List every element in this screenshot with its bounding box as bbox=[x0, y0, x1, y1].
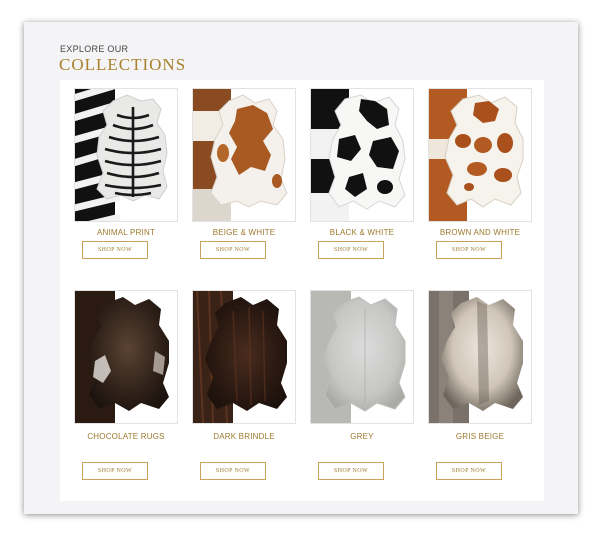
collection-image[interactable] bbox=[192, 88, 296, 222]
collection-image[interactable] bbox=[428, 88, 532, 222]
collection-label: DARK BRINDLE bbox=[213, 432, 275, 441]
shop-now-button[interactable]: SHOP NOW bbox=[82, 462, 148, 480]
section-eyebrow: EXPLORE OUR bbox=[60, 44, 129, 54]
collection-label: GREY bbox=[350, 432, 374, 441]
collection-label: BLACK & WHITE bbox=[329, 228, 395, 237]
collection-image[interactable] bbox=[74, 290, 178, 424]
shop-now-button[interactable]: SHOP NOW bbox=[318, 462, 384, 480]
shop-now-button[interactable]: SHOP NOW bbox=[436, 462, 502, 480]
collection-label: ANIMAL PRINT bbox=[96, 228, 156, 237]
shop-now-button[interactable]: SHOP NOW bbox=[200, 462, 266, 480]
collection-label: CHOCOLATE RUGS bbox=[87, 432, 165, 441]
collections-grid: ANIMAL PRINT SHOP NOW BEIGE & WHITE SHOP… bbox=[60, 80, 544, 501]
collection-image[interactable] bbox=[192, 290, 296, 424]
collection-image[interactable] bbox=[428, 290, 532, 424]
collection-image[interactable] bbox=[74, 88, 178, 222]
collection-image[interactable] bbox=[310, 88, 414, 222]
collection-label: GRIS BEIGE bbox=[455, 432, 505, 441]
shop-now-button[interactable]: SHOP NOW bbox=[436, 241, 502, 259]
collection-label: BEIGE & WHITE bbox=[212, 228, 276, 237]
shop-now-button[interactable]: SHOP NOW bbox=[82, 241, 148, 259]
shop-now-button[interactable]: SHOP NOW bbox=[200, 241, 266, 259]
collection-label: BROWN AND WHITE bbox=[439, 228, 521, 237]
shop-now-button[interactable]: SHOP NOW bbox=[318, 241, 384, 259]
collections-card: EXPLORE OUR COLLECTIONS ANIMAL PRINT SHO… bbox=[24, 22, 578, 514]
collection-image[interactable] bbox=[310, 290, 414, 424]
section-title: COLLECTIONS bbox=[59, 55, 187, 74]
